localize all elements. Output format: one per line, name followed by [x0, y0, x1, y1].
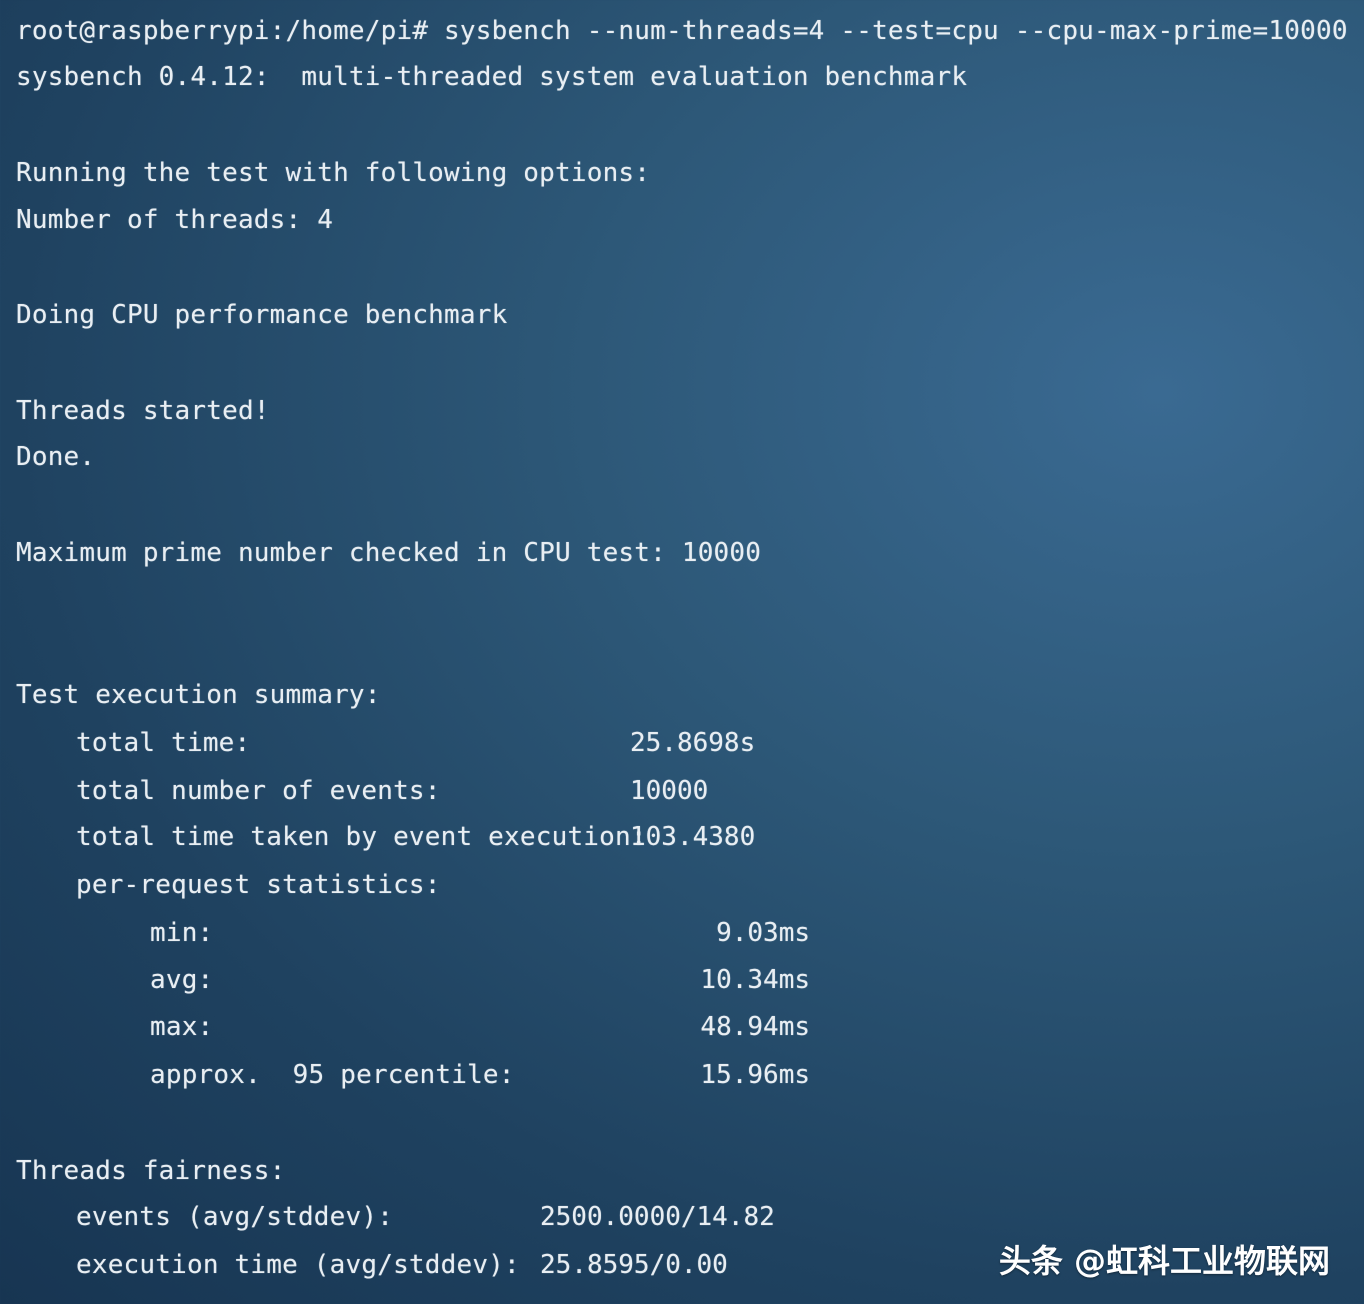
- started-line: Threads started!: [16, 396, 270, 426]
- fairness-header: Threads fairness:: [16, 1156, 286, 1186]
- p95-value: 15.96ms: [700, 1060, 810, 1090]
- command-line: root@raspberrypi:/home/pi# sysbench --nu…: [16, 16, 1364, 46]
- event-exec-label: total time taken by event execution:: [76, 822, 647, 852]
- total-events-value: 10000: [630, 776, 709, 806]
- total-time-label: total time:: [76, 728, 251, 758]
- max-prime-line: Maximum prime number checked in CPU test…: [16, 538, 762, 568]
- fairness-events-value: 2500.0000/14.82: [540, 1202, 775, 1232]
- total-time-value: 25.8698s: [630, 728, 756, 758]
- watermark: 头条 @虹科工业物联网: [998, 1242, 1330, 1280]
- version-line: sysbench 0.4.12: multi-threaded system e…: [16, 62, 968, 92]
- fairness-exec-value: 25.8595/0.00: [540, 1250, 728, 1280]
- options-header: Running the test with following options:: [16, 158, 651, 188]
- min-label: min:: [150, 918, 214, 948]
- total-events-label: total number of events:: [76, 776, 441, 806]
- max-label: max:: [150, 1012, 214, 1042]
- per-request-label: per-request statistics:: [76, 870, 441, 900]
- min-value: 9.03ms: [716, 918, 810, 948]
- event-exec-value: 103.4380: [630, 822, 756, 852]
- doing-line: Doing CPU performance benchmark: [16, 300, 508, 330]
- avg-label: avg:: [150, 965, 214, 995]
- fairness-events-label: events (avg/stddev):: [76, 1202, 394, 1232]
- summary-header: Test execution summary:: [16, 680, 381, 710]
- p95-label: approx. 95 percentile:: [150, 1060, 515, 1090]
- avg-value: 10.34ms: [700, 965, 810, 995]
- threads-line: Number of threads: 4: [16, 205, 334, 235]
- done-line: Done.: [16, 442, 96, 472]
- fairness-exec-label: execution time (avg/stddev):: [76, 1250, 520, 1280]
- max-value: 48.94ms: [700, 1012, 810, 1042]
- terminal-output: root@raspberrypi:/home/pi# sysbench --nu…: [0, 0, 1364, 1304]
